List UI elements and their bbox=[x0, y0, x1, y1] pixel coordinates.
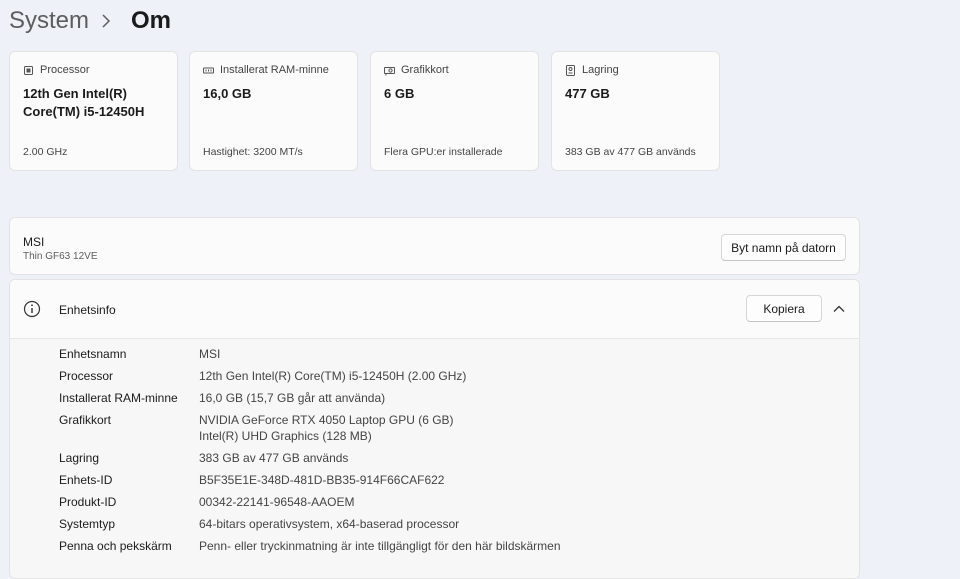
card-value: 16,0 GB bbox=[203, 86, 252, 101]
card-sub: 383 GB av 477 GB används bbox=[565, 146, 696, 158]
rename-pc-button[interactable]: Byt namn på datorn bbox=[721, 234, 846, 261]
storage-icon bbox=[565, 64, 576, 76]
info-row-gpu: Grafikkort NVIDIA GeForce RTX 4050 Lapto… bbox=[59, 413, 454, 443]
breadcrumb: System Om bbox=[9, 6, 171, 36]
card-ram: Installerat RAM-minne 16,0 GB Hastighet:… bbox=[189, 51, 358, 171]
page-title: Om bbox=[131, 7, 172, 34]
device-model: Thin GF63 12VE bbox=[23, 251, 98, 262]
card-label: Lagring bbox=[582, 64, 619, 76]
card-label: Grafikkort bbox=[401, 64, 449, 76]
copy-button[interactable]: Kopiera bbox=[746, 295, 822, 322]
ram-icon bbox=[203, 65, 214, 76]
card-processor: Processor 12th Gen Intel(R) Core(TM) i5-… bbox=[9, 51, 178, 171]
device-info-panel: Enhetsinfo Kopiera Enhetsnamn MSI Proces… bbox=[9, 279, 860, 579]
info-icon bbox=[23, 300, 41, 318]
card-label: Installerat RAM-minne bbox=[220, 64, 329, 76]
card-gpu: Grafikkort 6 GB Flera GPU:er installerad… bbox=[370, 51, 539, 171]
info-row-ram: Installerat RAM-minne 16,0 GB (15,7 GB g… bbox=[59, 391, 386, 405]
info-row-device-name: Enhetsnamn MSI bbox=[59, 347, 221, 361]
info-row-processor: Processor 12th Gen Intel(R) Core(TM) i5-… bbox=[59, 369, 467, 383]
chevron-up-icon[interactable] bbox=[832, 302, 846, 316]
processor-icon bbox=[23, 65, 34, 76]
info-row-product-id: Produkt-ID 00342-22141-96548-AAOEM bbox=[59, 495, 355, 509]
card-value: 6 GB bbox=[384, 86, 415, 101]
breadcrumb-system[interactable]: System bbox=[9, 7, 89, 35]
card-storage: Lagring 477 GB 383 GB av 477 GB används bbox=[551, 51, 720, 171]
info-row-device-id: Enhets-ID B5F35E1E-348D-481D-BB35-914F66… bbox=[59, 473, 445, 487]
device-info-list: Enhetsnamn MSI Processor 12th Gen Intel(… bbox=[59, 346, 561, 560]
device-info-header[interactable]: Enhetsinfo Kopiera bbox=[10, 280, 859, 339]
card-sub: Flera GPU:er installerade bbox=[384, 146, 503, 158]
device-info-title: Enhetsinfo bbox=[59, 303, 116, 317]
chevron-right-icon bbox=[101, 14, 119, 28]
card-sub: Hastighet: 3200 MT/s bbox=[203, 146, 303, 158]
device-name: MSI bbox=[23, 235, 45, 249]
info-row-system-type: Systemtyp 64-bitars operativsystem, x64-… bbox=[59, 517, 460, 531]
card-value: 477 GB bbox=[565, 86, 610, 101]
info-row-pen-touch: Penna och pekskärm Penn- eller tryckinma… bbox=[59, 539, 561, 553]
gpu-icon bbox=[384, 65, 395, 76]
card-value: 12th Gen Intel(R) Core(TM) i5-12450H bbox=[23, 86, 145, 119]
info-row-storage: Lagring 383 GB av 477 GB används bbox=[59, 451, 349, 465]
card-label: Processor bbox=[40, 64, 90, 76]
device-name-panel: MSI Thin GF63 12VE Byt namn på datorn bbox=[9, 217, 860, 275]
card-sub: 2.00 GHz bbox=[23, 146, 68, 158]
